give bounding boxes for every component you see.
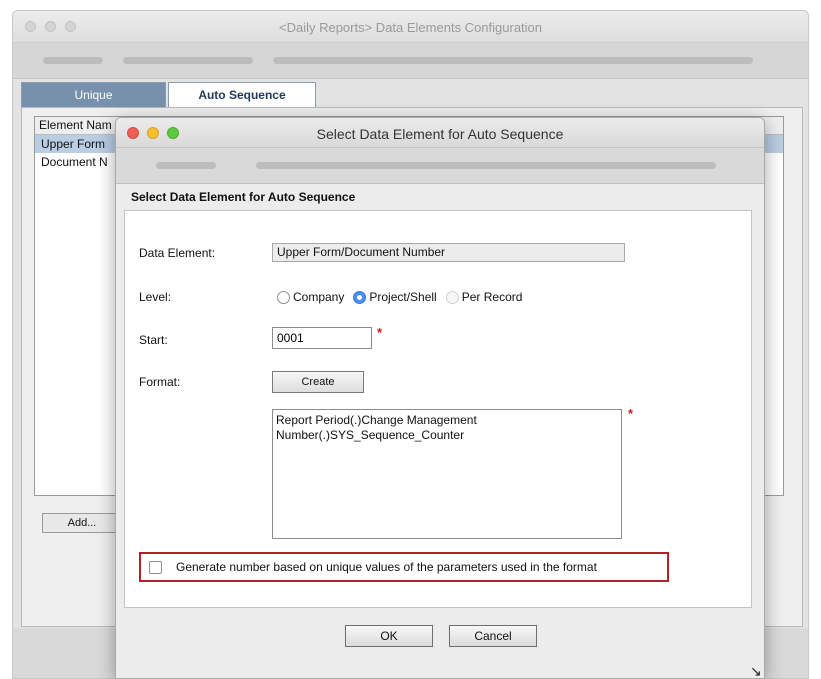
radio-company-label[interactable]: Company xyxy=(293,290,344,304)
cancel-button[interactable]: Cancel xyxy=(449,625,537,647)
start-label: Start: xyxy=(139,333,168,347)
generate-unique-label[interactable]: Generate number based on unique values o… xyxy=(176,560,597,574)
start-required-mark: * xyxy=(377,325,383,340)
radio-project-shell[interactable] xyxy=(353,290,367,304)
generate-unique-checkbox[interactable] xyxy=(149,560,162,574)
section-header: Select Data Element for Auto Sequence xyxy=(131,190,356,204)
generate-unique-option: Generate number based on unique values o… xyxy=(139,552,669,582)
toolbar-placeholder xyxy=(256,162,716,169)
start-input[interactable] xyxy=(272,327,372,349)
dialog-titlebar: Select Data Element for Auto Sequence xyxy=(116,118,764,148)
radio-project-shell-label[interactable]: Project/Shell xyxy=(369,290,436,304)
create-button[interactable]: Create xyxy=(272,371,364,393)
level-radio-group: Company Project/Shell Per Record xyxy=(277,289,531,305)
format-required-mark: * xyxy=(628,406,634,421)
tab-auto-sequence[interactable]: Auto Sequence xyxy=(168,82,316,108)
add-button[interactable]: Add... xyxy=(42,513,122,533)
format-label: Format: xyxy=(139,375,181,389)
dialog-title: Select Data Element for Auto Sequence xyxy=(316,126,564,142)
radio-per-record-label: Per Record xyxy=(461,290,523,304)
format-textarea[interactable]: Report Period(.)Change Management Number… xyxy=(272,409,622,539)
level-label: Level: xyxy=(139,290,172,304)
parent-window-title: <Daily Reports> Data Elements Configurat… xyxy=(278,20,543,35)
radio-per-record xyxy=(445,290,459,304)
toolbar-placeholder xyxy=(123,57,253,64)
radio-company[interactable] xyxy=(277,290,290,304)
select-data-element-dialog: Select Data Element for Auto Sequence Se… xyxy=(115,117,765,679)
data-element-field: Upper Form/Document Number xyxy=(272,243,625,262)
dialog-toolbar xyxy=(116,148,764,184)
resize-handle-icon[interactable]: ↘ xyxy=(750,664,762,678)
parent-titlebar: <Daily Reports> Data Elements Configurat… xyxy=(13,11,808,43)
toolbar-placeholder xyxy=(156,162,216,169)
dialog-form: Data Element: Upper Form/Document Number… xyxy=(124,210,752,608)
toolbar-placeholder xyxy=(273,57,753,64)
toolbar-placeholder xyxy=(43,57,103,64)
ok-button[interactable]: OK xyxy=(345,625,433,647)
data-element-label: Data Element: xyxy=(139,246,216,260)
parent-toolbar xyxy=(13,43,808,79)
tab-unique[interactable]: Unique xyxy=(21,82,166,108)
